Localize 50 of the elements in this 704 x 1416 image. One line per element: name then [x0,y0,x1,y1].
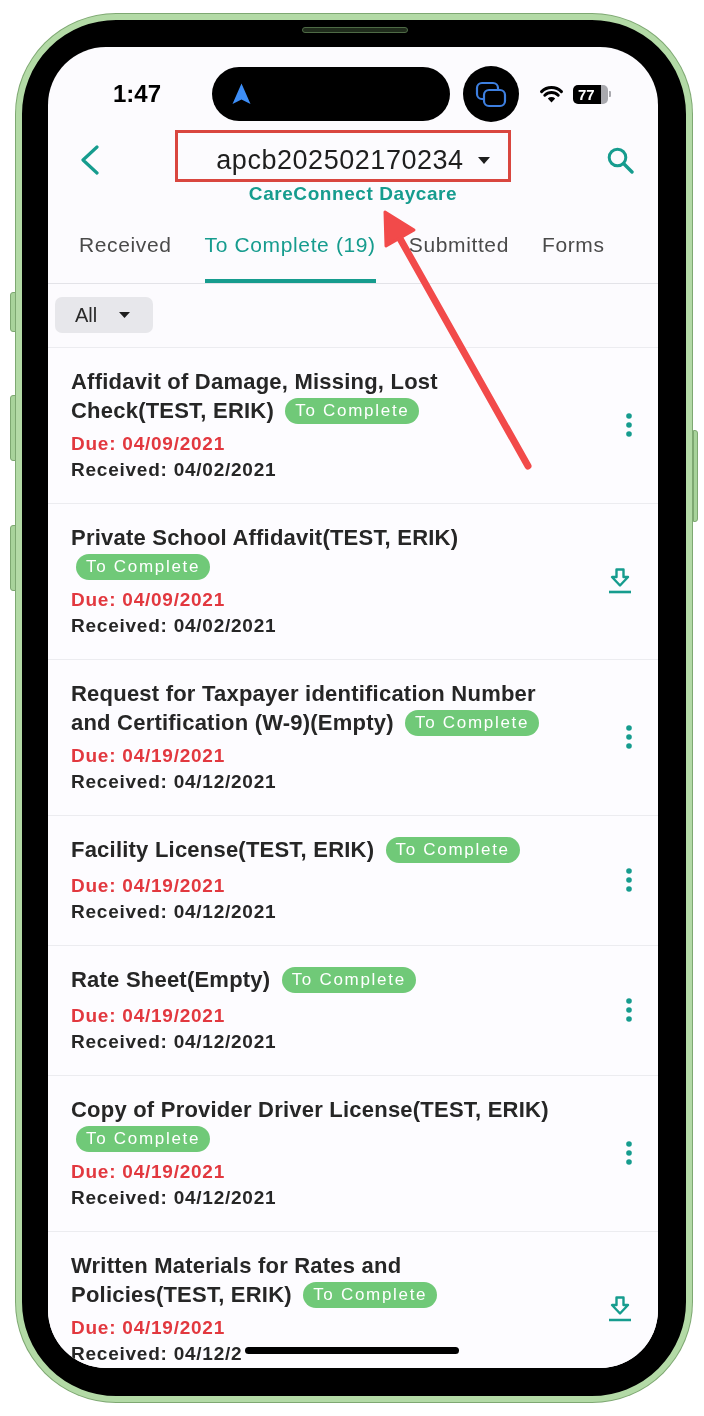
stacked-windows-icon [463,66,519,122]
status-badge: To Complete [76,1126,211,1152]
due-date: Due: 04/19/2021 [71,1160,225,1184]
wifi-icon [540,85,563,103]
account-subtitle: CareConnect Daycare [247,184,459,203]
tab[interactable]: Received [79,222,172,283]
status-time: 1:47 [113,82,163,106]
received-date: Received: 04/12/2021 [71,770,277,794]
due-date: Due: 04/19/2021 [71,1316,225,1340]
document-title: Rate Sheet(Empty) To Complete [71,965,558,997]
document-title: Copy of Provider Driver License(TEST, ERIK) To Complete [71,1095,558,1153]
battery-percentage: 77 [578,86,595,102]
more-options-icon[interactable] [626,868,632,892]
document-title: Written Materials for Rates and Policies(TEST, ERIK) To Complete [71,1251,558,1309]
more-options-icon[interactable] [626,725,632,749]
received-date: Received: 04/02/2021 [71,614,277,638]
received-date: Received: 04/12/2021 [71,1186,277,1210]
tab[interactable]: Submitted [408,222,509,283]
status-badge: To Complete [76,554,211,580]
due-date: Due: 04/09/2021 [71,588,225,612]
due-date: Due: 04/19/2021 [71,874,225,898]
more-options-icon[interactable] [626,1141,632,1165]
received-date: Received: 04/12/2 [71,1342,243,1366]
search-icon[interactable] [607,146,634,174]
caret-icon [477,156,490,164]
location-arrow-icon [232,83,251,105]
chevron-left-icon[interactable] [80,145,100,175]
received-date: Received: 04/12/2021 [71,1030,277,1054]
status-badge: To Complete [285,398,420,424]
received-date: Received: 04/02/2021 [71,458,277,482]
status-badge: To Complete [281,967,416,993]
document-title: Facility License(TEST, ERIK) To Complete [71,835,558,867]
more-options-icon[interactable] [626,413,632,437]
status-badge: To Complete [385,837,520,863]
download-icon[interactable] [608,1296,632,1322]
status-badge: To Complete [405,710,540,736]
tab[interactable]: Forms [542,222,605,283]
due-date: Due: 04/09/2021 [71,432,225,456]
more-options-icon[interactable] [626,998,632,1022]
due-date: Due: 04/19/2021 [71,744,225,768]
download-icon[interactable] [608,568,632,594]
filter-dropdown[interactable]: All [55,297,153,333]
document-title: Affidavit of Damage, Missing, Lost Check(TEST, ERIK) To Complete [71,368,439,425]
caret-icon [119,312,131,318]
document-title: Private School Affidavit(TEST, ERIK) To Complete [71,523,558,581]
account-dropdown[interactable]: apcb202502170234 [216,144,490,176]
due-date: Due: 04/19/2021 [71,1004,225,1028]
document-title: Request for Taxpayer identification Number and Certification (W-9)(Empty) To Complete [71,679,558,737]
status-badge: To Complete [303,1282,438,1308]
received-date: Received: 04/12/2021 [71,900,277,924]
